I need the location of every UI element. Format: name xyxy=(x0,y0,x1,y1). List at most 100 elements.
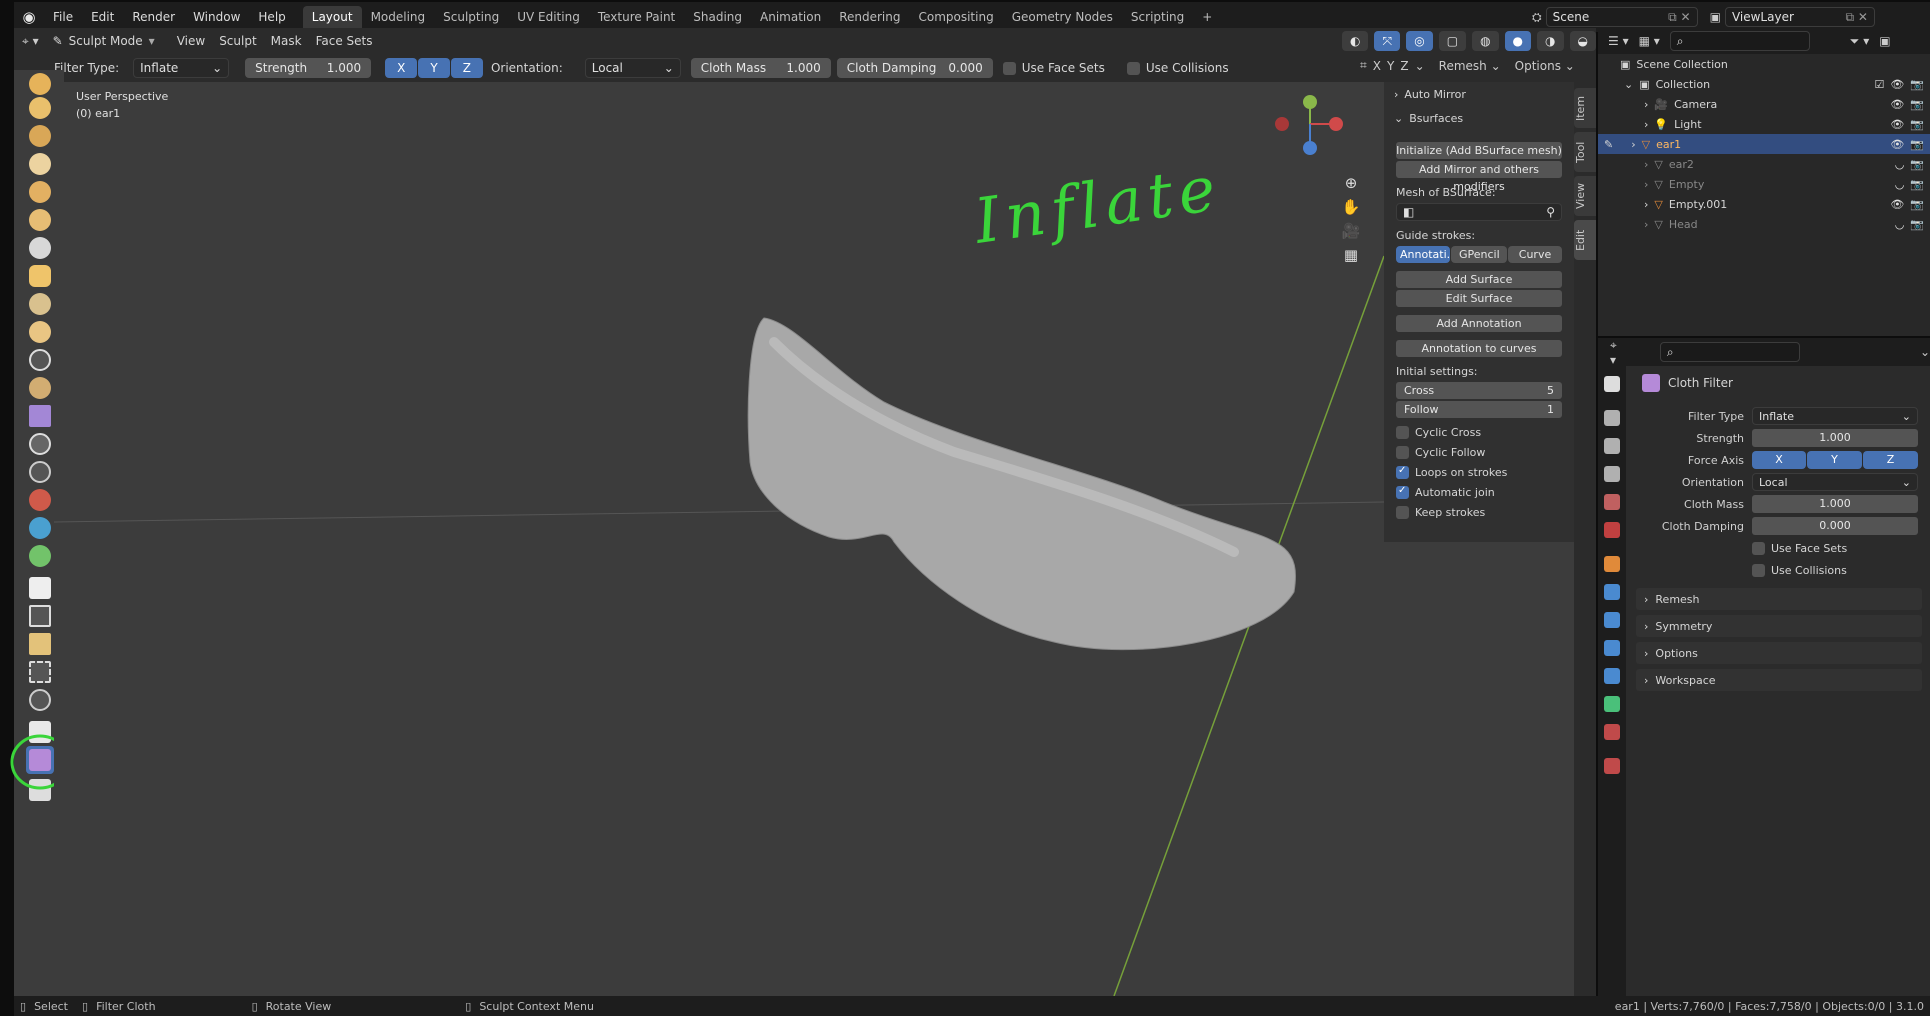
axis-x-toggle[interactable]: X xyxy=(385,58,418,78)
workspace-tab-compositing[interactable]: Compositing xyxy=(909,6,1002,28)
workspace-tab-shading[interactable]: Shading xyxy=(684,6,751,28)
prop-filter-type-dropdown[interactable]: Inflate ⌄ xyxy=(1752,407,1918,425)
properties-search-input[interactable]: ⌕ xyxy=(1659,342,1800,362)
constraints-tab-icon[interactable] xyxy=(1604,668,1620,684)
editor-type-icon[interactable]: ⌖ ▾ xyxy=(22,34,39,49)
workspace-tab-modeling[interactable]: Modeling xyxy=(362,6,435,28)
particles-tab-icon[interactable] xyxy=(1604,612,1620,628)
tool-smooth[interactable] xyxy=(26,318,54,346)
cyclic-cross-checkbox[interactable]: Cyclic Cross xyxy=(1396,422,1562,442)
menu-face-sets[interactable]: Face Sets xyxy=(316,34,373,48)
tool-box-mask[interactable] xyxy=(26,602,54,630)
mirror-x-toggle[interactable]: X xyxy=(1373,59,1381,73)
tool-blob[interactable] xyxy=(26,262,54,290)
eye-icon[interactable]: 👁 xyxy=(1890,98,1904,111)
scene-icon[interactable]: ⛭ xyxy=(1532,10,1542,25)
outliner-scene-collection[interactable]: ▣ Scene Collection xyxy=(1598,54,1930,74)
camera-icon[interactable]: 📷 xyxy=(1910,178,1924,191)
tab-item[interactable]: Item xyxy=(1574,88,1596,128)
camera-icon[interactable]: 📷 xyxy=(1910,158,1924,171)
axis-y-toggle[interactable]: Y xyxy=(418,58,450,78)
automatic-join-checkbox[interactable]: Automatic join xyxy=(1396,482,1562,502)
strength-field[interactable]: Strength 1.000 xyxy=(245,58,372,78)
prop-section-workspace[interactable]: › Workspace xyxy=(1636,669,1922,691)
tool-draw-sharp[interactable] xyxy=(26,94,54,122)
filter-icon[interactable]: ⏷ ▾ xyxy=(1850,34,1869,49)
tool-inflate[interactable] xyxy=(26,234,54,262)
options-menu[interactable]: Options ⌄ xyxy=(1515,59,1575,73)
add-surface-button[interactable]: Add Surface xyxy=(1396,271,1562,288)
tool-fill[interactable] xyxy=(26,374,54,402)
expand-arrow-icon[interactable]: › xyxy=(1644,178,1648,191)
initialize-bsurface-button[interactable]: Initialize (Add BSurface mesh) xyxy=(1396,142,1562,159)
object-tab-icon[interactable] xyxy=(1604,556,1620,572)
expand-arrow-icon[interactable]: › xyxy=(1644,218,1648,231)
prop-section-symmetry[interactable]: › Symmetry xyxy=(1636,615,1922,637)
physics-tab-icon[interactable] xyxy=(1604,640,1620,656)
outliner-item-empty-001[interactable]: › ▽ Empty.001 👁 📷 xyxy=(1598,194,1930,214)
orientation-dropdown[interactable]: Local ⌄ xyxy=(584,58,681,78)
ortho-grid-icon[interactable]: ▦ xyxy=(1344,246,1358,264)
wireframe-shading-icon[interactable]: ◍ xyxy=(1472,31,1499,51)
camera-view-icon[interactable]: 🎥 xyxy=(1342,222,1361,240)
tool-box-face-set[interactable] xyxy=(26,630,54,658)
menu-mask[interactable]: Mask xyxy=(271,34,302,48)
symmetry-icon[interactable]: ⌗ xyxy=(1360,58,1367,73)
prop-axis-y-toggle[interactable]: Y xyxy=(1807,451,1862,469)
cyclic-follow-checkbox[interactable]: Cyclic Follow xyxy=(1396,442,1562,462)
outliner-item-ear1[interactable]: ✎ › ▽ ear1 👁 📷 xyxy=(1598,134,1930,154)
prop-strength-field[interactable]: 1.000 xyxy=(1752,429,1918,447)
expand-arrow-icon[interactable]: › xyxy=(1644,98,1648,111)
remesh-menu[interactable]: Remesh ⌄ xyxy=(1439,59,1501,73)
tool-snake-hook[interactable] xyxy=(26,514,54,542)
tool-crease[interactable] xyxy=(26,290,54,318)
scene-selector[interactable]: Scene ⧉ ✕ xyxy=(1545,7,1698,27)
expand-arrow-icon[interactable]: › xyxy=(1631,138,1635,151)
eyedropper-icon[interactable]: ⚲ xyxy=(1546,205,1555,219)
tool-transform[interactable] xyxy=(26,686,54,714)
viewlayer-icon[interactable]: ▣ xyxy=(1710,10,1721,24)
view-object-types-icon[interactable]: ◐ ▾ xyxy=(1342,31,1369,68)
outliner-collection[interactable]: ⌄ ▣ Collection ☑ 👁 📷 xyxy=(1598,74,1930,94)
edit-mode-icon[interactable]: ✎ xyxy=(1604,138,1613,151)
tool-tab-icon[interactable] xyxy=(1604,376,1620,392)
modifier-tab-icon[interactable] xyxy=(1604,584,1620,600)
xray-toggle-icon[interactable]: ▢ xyxy=(1438,31,1467,51)
outliner-item-camera[interactable]: › 🎥 Camera 👁 📷 xyxy=(1598,94,1930,114)
3d-viewport[interactable]: User Perspective (0) ear1 Inflate ⊕ ✋ 🎥 … xyxy=(54,82,1574,996)
cloth-damping-field[interactable]: Cloth Damping 0.000 xyxy=(836,58,993,78)
prop-cloth-damping-field[interactable]: 0.000 xyxy=(1752,517,1918,535)
tool-clay-strips[interactable] xyxy=(26,150,54,178)
chevron-down-icon[interactable]: ⌄ xyxy=(1920,345,1930,359)
outliner-search-input[interactable]: ⌕ xyxy=(1669,31,1810,51)
workspace-tab-rendering[interactable]: Rendering xyxy=(830,6,909,28)
scene-tab-icon[interactable] xyxy=(1604,494,1620,510)
auto-mirror-section[interactable]: › Auto Mirror xyxy=(1394,88,1466,101)
use-face-sets-checkbox[interactable]: Use Face Sets xyxy=(1002,61,1105,75)
mirror-z-toggle[interactable]: Z xyxy=(1400,59,1408,73)
tab-tool[interactable]: Tool xyxy=(1574,132,1596,172)
eye-hidden-icon[interactable]: ◡ xyxy=(1895,178,1905,191)
material-tab-icon[interactable] xyxy=(1604,724,1620,740)
cloth-mass-field[interactable]: Cloth Mass 1.000 xyxy=(690,58,831,78)
add-mirror-modifiers-button[interactable]: Add Mirror and others modifiers xyxy=(1396,161,1562,193)
prop-orientation-dropdown[interactable]: Local ⌄ xyxy=(1752,473,1918,491)
menu-view[interactable]: View xyxy=(177,34,205,48)
display-mode-icon[interactable]: ▦ ▾ xyxy=(1639,34,1660,48)
checkbox-icon[interactable]: ☑ xyxy=(1874,78,1884,91)
guide-annotation-option[interactable]: Annotati... xyxy=(1396,246,1457,263)
eye-icon[interactable]: 👁 xyxy=(1890,138,1904,151)
menu-sculpt[interactable]: Sculpt xyxy=(219,34,256,48)
render-tab-icon[interactable] xyxy=(1604,410,1620,426)
bsurfaces-section[interactable]: ⌄ Bsurfaces xyxy=(1394,112,1463,125)
tool-flatten[interactable] xyxy=(26,346,54,374)
add-workspace-button[interactable]: + xyxy=(1193,6,1221,28)
tool-mesh-filter[interactable] xyxy=(26,658,54,686)
eye-icon[interactable]: 👁 xyxy=(1890,78,1904,91)
outliner-item-empty[interactable]: › ▽ Empty ◡ 📷 xyxy=(1598,174,1930,194)
pan-hand-icon[interactable]: ✋ xyxy=(1342,198,1361,216)
workspace-tab-sculpting[interactable]: Sculpting xyxy=(434,6,508,28)
guide-curve-option[interactable]: Curve xyxy=(1508,246,1562,263)
workspace-tab-animation[interactable]: Animation xyxy=(751,6,830,28)
expand-arrow-icon[interactable]: ⌄ xyxy=(1624,78,1633,91)
